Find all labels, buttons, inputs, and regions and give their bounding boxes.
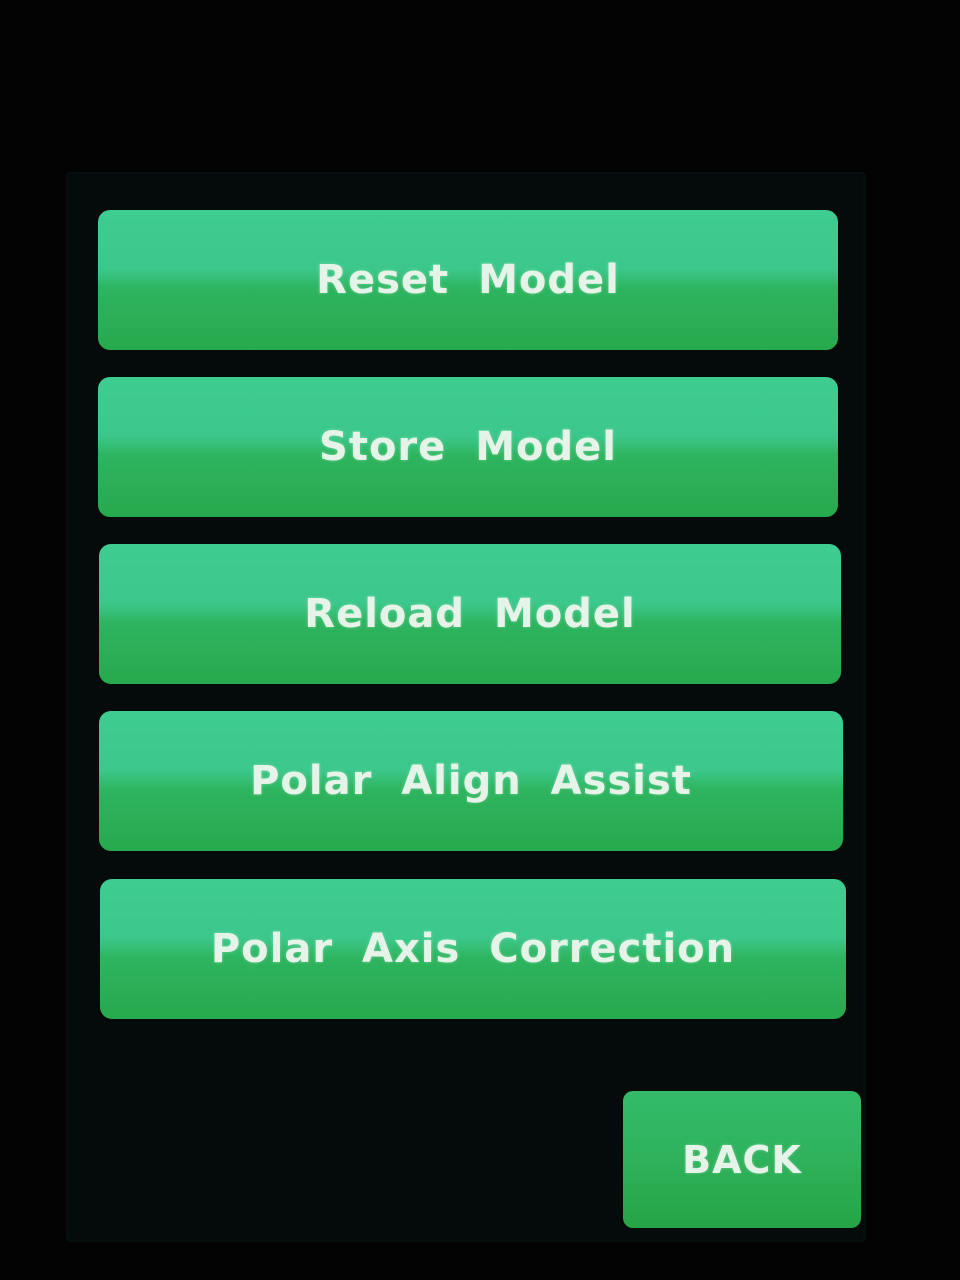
back-button[interactable]: BACK [623,1091,861,1228]
polar-axis-correction-button[interactable]: Polar Axis Correction [100,879,846,1019]
polar-align-assist-button[interactable]: Polar Align Assist [99,711,843,851]
polar-align-assist-label: Polar Align Assist [250,758,692,804]
reset-model-label: Reset Model [316,257,620,303]
store-model-button[interactable]: Store Model [98,377,838,517]
reload-model-button[interactable]: Reload Model [99,544,841,684]
back-label: BACK [682,1137,802,1182]
reset-model-button[interactable]: Reset Model [98,210,838,350]
reload-model-label: Reload Model [304,591,636,637]
touchscreen-panel: Reset Model Store Model Reload Model Pol… [66,172,866,1242]
store-model-label: Store Model [319,424,617,470]
polar-axis-correction-label: Polar Axis Correction [210,926,736,972]
